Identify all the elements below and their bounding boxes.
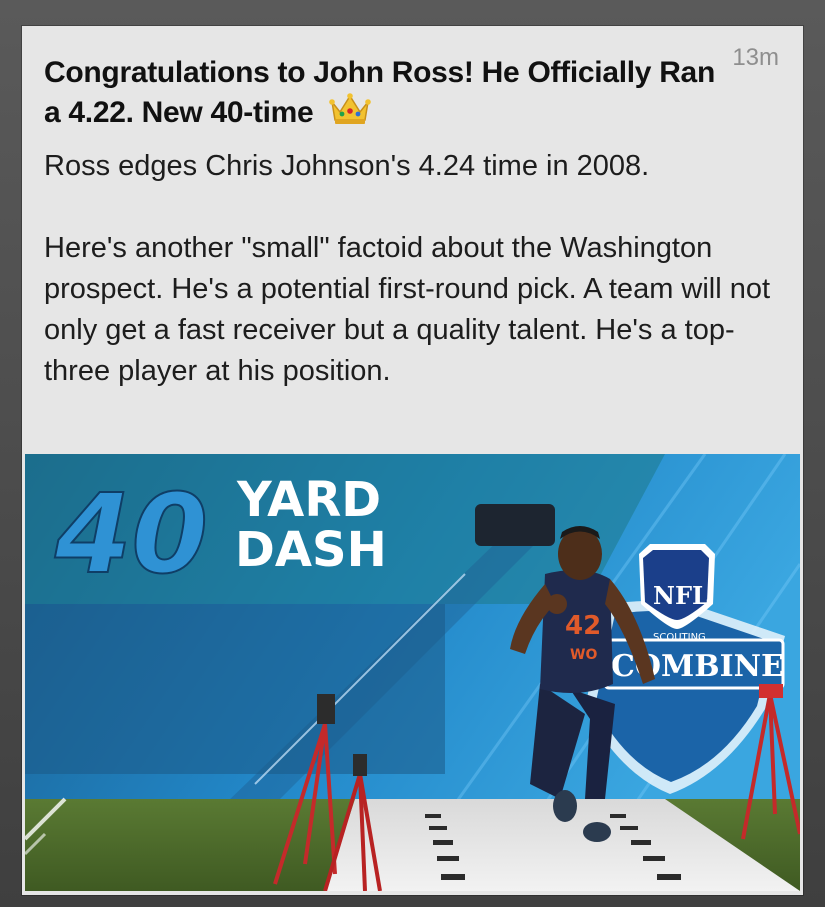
jersey-position: WO [570,647,597,663]
post-body: Ross edges Chris Johnson's 4.24 time in … [44,146,784,433]
post-photo[interactable]: 40 YARD DASH NFL SCOUTING COMBINE 42 WO [25,454,800,891]
banner-line-1: YARD [236,472,381,528]
jersey-number: 42 [565,611,601,641]
news-card[interactable]: 13m Congratulations to John Ross! He Off… [22,26,803,895]
headline-text: Congratulations to John Ross! He Officia… [44,56,715,129]
crown-icon [328,92,372,136]
nfl-shield-text: NFL [653,581,709,610]
banner-line-2: DASH [235,522,387,578]
post-paragraph-1: Ross edges Chris Johnson's 4.24 time in … [44,150,650,182]
post-paragraph-2: Here's another "small" factoid about the… [44,232,771,387]
camera-housing [475,504,555,546]
scouting-text: SCOUTING [653,632,706,643]
post-timestamp: 13m [732,44,779,71]
app-frame: 13m Congratulations to John Ross! He Off… [0,0,825,907]
banner-number: 40 [54,470,208,598]
post-headline: Congratulations to John Ross! He Officia… [44,54,724,136]
